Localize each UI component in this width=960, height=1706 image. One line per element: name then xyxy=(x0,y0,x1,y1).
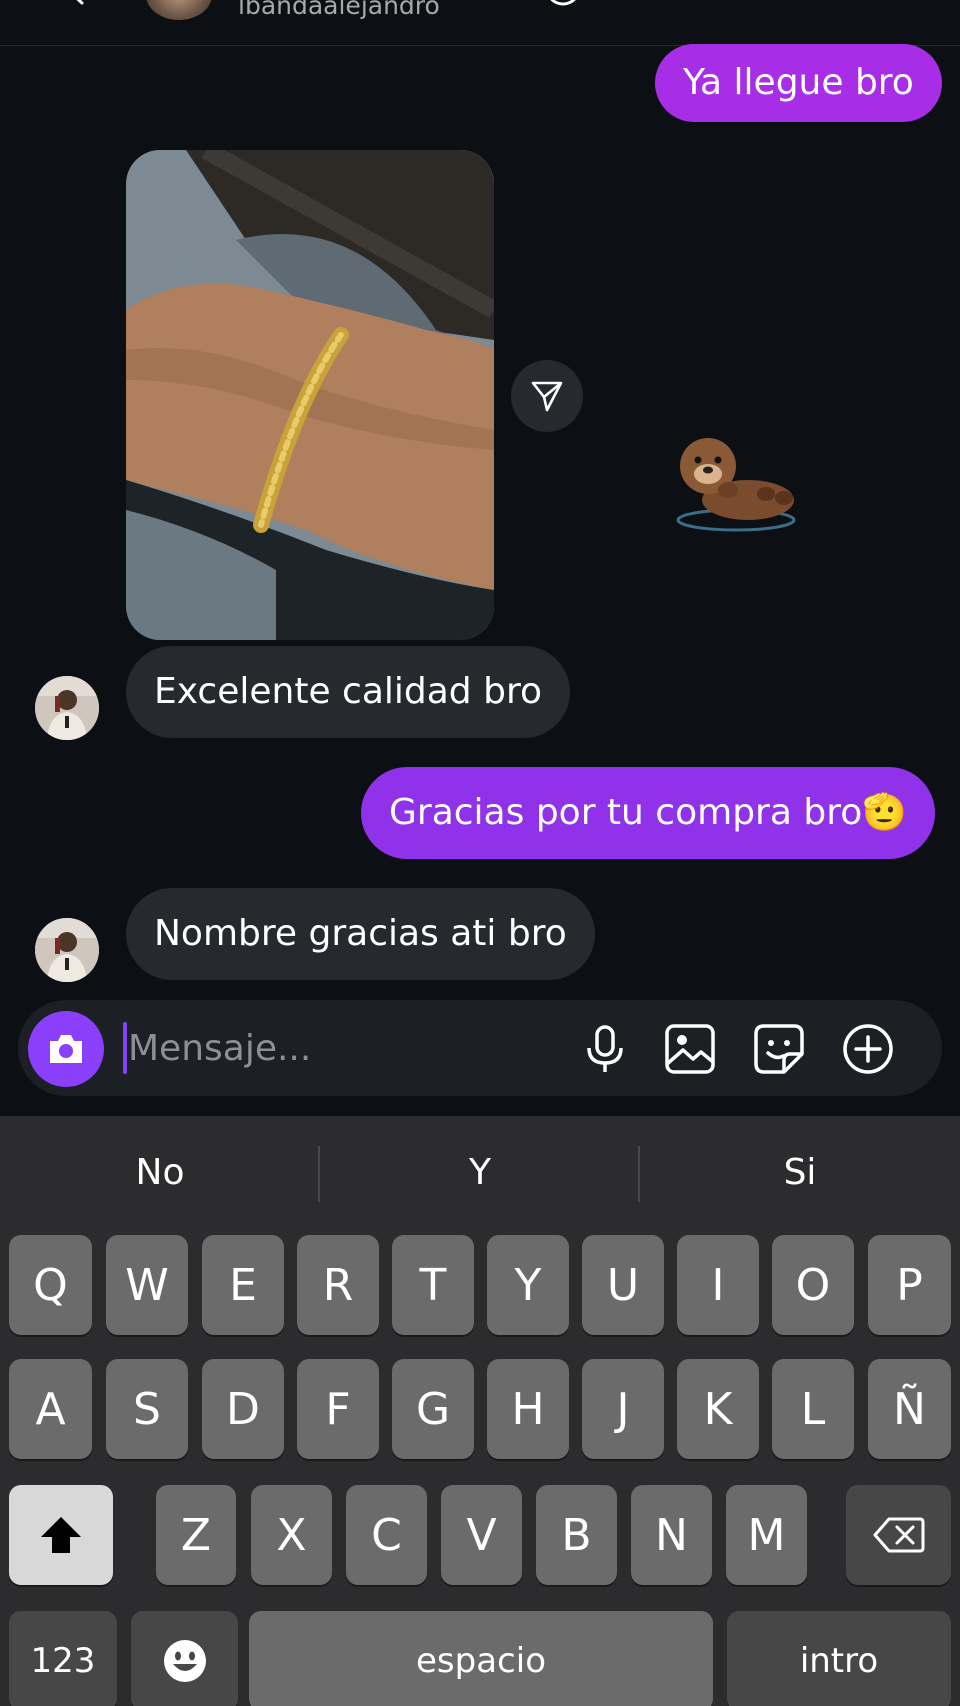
plus-icon[interactable] xyxy=(841,1022,895,1076)
otter-sticker[interactable] xyxy=(668,428,798,538)
emoji-icon xyxy=(163,1640,206,1682)
key-a[interactable]: A xyxy=(9,1359,92,1459)
key-m[interactable]: M xyxy=(726,1485,807,1585)
key-p[interactable]: P xyxy=(868,1235,951,1335)
chat-header: lbandaalejandro xyxy=(0,0,960,46)
message-text: Excelente calidad bro xyxy=(154,671,542,712)
key-z[interactable]: Z xyxy=(156,1485,236,1585)
microphone-icon[interactable] xyxy=(578,1022,632,1076)
key-w[interactable]: W xyxy=(106,1235,188,1335)
key-s[interactable]: S xyxy=(106,1359,188,1459)
header-avatar[interactable] xyxy=(146,0,212,20)
shift-icon xyxy=(41,1517,81,1553)
key-k[interactable]: K xyxy=(677,1359,759,1459)
video-call-icon[interactable] xyxy=(665,0,705,8)
gallery-icon[interactable] xyxy=(663,1022,717,1076)
keyboard: No Y Si Q W E R T Y U I O P A S D F G H … xyxy=(0,1116,960,1706)
key-d[interactable]: D xyxy=(202,1359,284,1459)
message-text: Ya llegue bro xyxy=(683,62,914,103)
shift-key[interactable] xyxy=(9,1485,113,1585)
key-y[interactable]: Y xyxy=(487,1235,569,1335)
key-h[interactable]: H xyxy=(487,1359,569,1459)
audio-call-icon[interactable] xyxy=(543,0,583,8)
numbers-key[interactable]: 123 xyxy=(9,1611,117,1706)
message-text: Nombre gracias ati bro xyxy=(154,913,567,954)
key-v[interactable]: V xyxy=(441,1485,522,1585)
message-bubble-outgoing[interactable]: Ya llegue bro xyxy=(655,44,942,122)
camera-button[interactable] xyxy=(28,1011,104,1087)
key-r[interactable]: R xyxy=(297,1235,379,1335)
tag-icon[interactable] xyxy=(870,0,910,8)
suggestion-1[interactable]: No xyxy=(0,1152,320,1193)
key-t[interactable]: T xyxy=(392,1235,474,1335)
message-bubble-incoming[interactable]: Excelente calidad bro xyxy=(126,646,570,738)
message-composer xyxy=(18,1000,942,1096)
emoji-key[interactable] xyxy=(131,1611,238,1706)
backspace-key[interactable] xyxy=(846,1485,951,1585)
space-key[interactable]: espacio xyxy=(249,1611,713,1706)
header-username[interactable]: lbandaalejandro xyxy=(238,0,440,20)
key-i[interactable]: I xyxy=(677,1235,759,1335)
message-bubble-incoming[interactable]: Nombre gracias ati bro xyxy=(126,888,595,980)
shared-photo[interactable] xyxy=(126,150,494,640)
avatar[interactable] xyxy=(35,676,99,740)
sticker-icon[interactable] xyxy=(752,1022,806,1076)
key-j[interactable]: J xyxy=(582,1359,664,1459)
key-q[interactable]: Q xyxy=(9,1235,92,1335)
message-text: Gracias por tu compra bro🫡 xyxy=(389,792,908,833)
key-x[interactable]: X xyxy=(251,1485,332,1585)
suggestion-2[interactable]: Y xyxy=(320,1152,640,1193)
flag-icon[interactable] xyxy=(758,0,798,8)
key-o[interactable]: O xyxy=(772,1235,854,1335)
key-c[interactable]: C xyxy=(346,1485,427,1585)
key-n-tilde[interactable]: Ñ xyxy=(868,1359,951,1459)
share-icon xyxy=(531,381,563,412)
key-e[interactable]: E xyxy=(202,1235,284,1335)
key-n[interactable]: N xyxy=(631,1485,712,1585)
key-g[interactable]: G xyxy=(392,1359,474,1459)
message-bubble-outgoing[interactable]: Gracias por tu compra bro🫡 xyxy=(361,767,936,859)
text-caret xyxy=(123,1022,127,1074)
camera-icon xyxy=(50,1035,82,1063)
avatar[interactable] xyxy=(35,918,99,982)
return-key[interactable]: intro xyxy=(727,1611,951,1706)
backspace-icon xyxy=(873,1517,924,1553)
suggestion-3[interactable]: Si xyxy=(640,1152,960,1193)
key-l[interactable]: L xyxy=(772,1359,854,1459)
share-button[interactable] xyxy=(511,360,583,432)
key-f[interactable]: F xyxy=(297,1359,379,1459)
key-b[interactable]: B xyxy=(536,1485,617,1585)
key-u[interactable]: U xyxy=(582,1235,664,1335)
back-arrow-icon[interactable] xyxy=(62,0,90,6)
message-input[interactable] xyxy=(128,1020,568,1076)
